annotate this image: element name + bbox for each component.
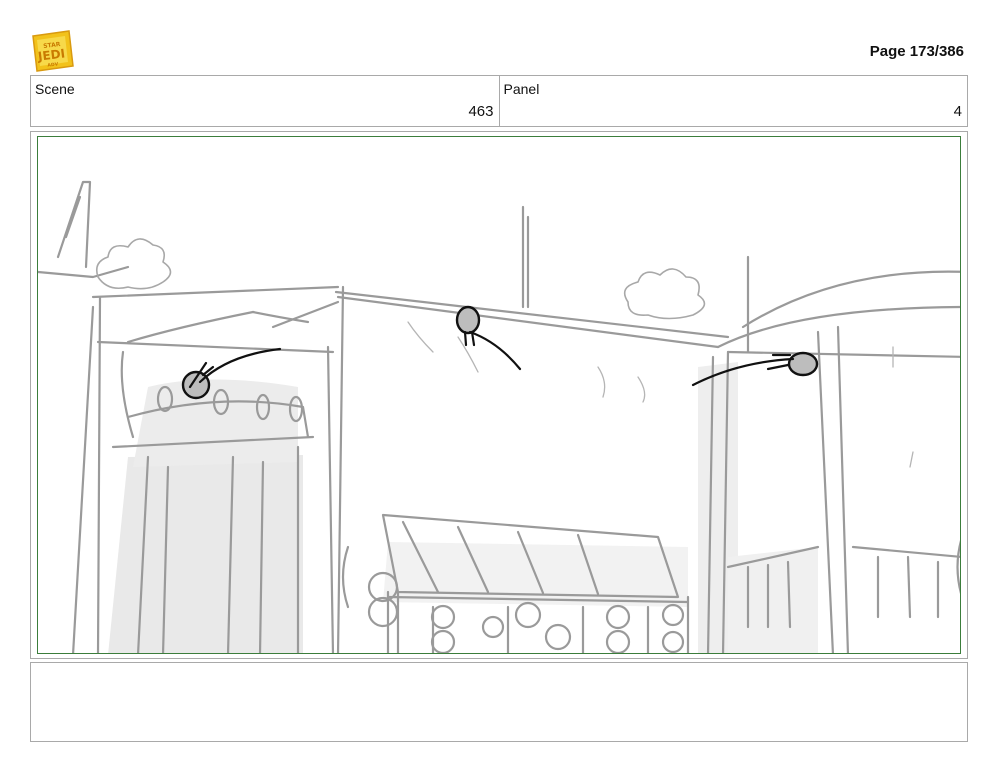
scene-panel-info: Scene 463 Panel 4 — [30, 75, 968, 127]
page-number: Page 173/386 — [869, 43, 964, 60]
panel-value: 4 — [953, 103, 962, 120]
show-logo-icon: STAR JEDI ADV — [31, 30, 74, 72]
storyboard-sketch — [37, 136, 961, 654]
panel-notes-box — [30, 662, 968, 742]
panel-label: Panel — [503, 81, 540, 97]
panel-cell: Panel 4 — [498, 76, 968, 126]
scene-cell: Scene 463 — [31, 76, 499, 126]
scene-label: Scene — [35, 81, 75, 97]
scene-value: 463 — [468, 103, 494, 120]
